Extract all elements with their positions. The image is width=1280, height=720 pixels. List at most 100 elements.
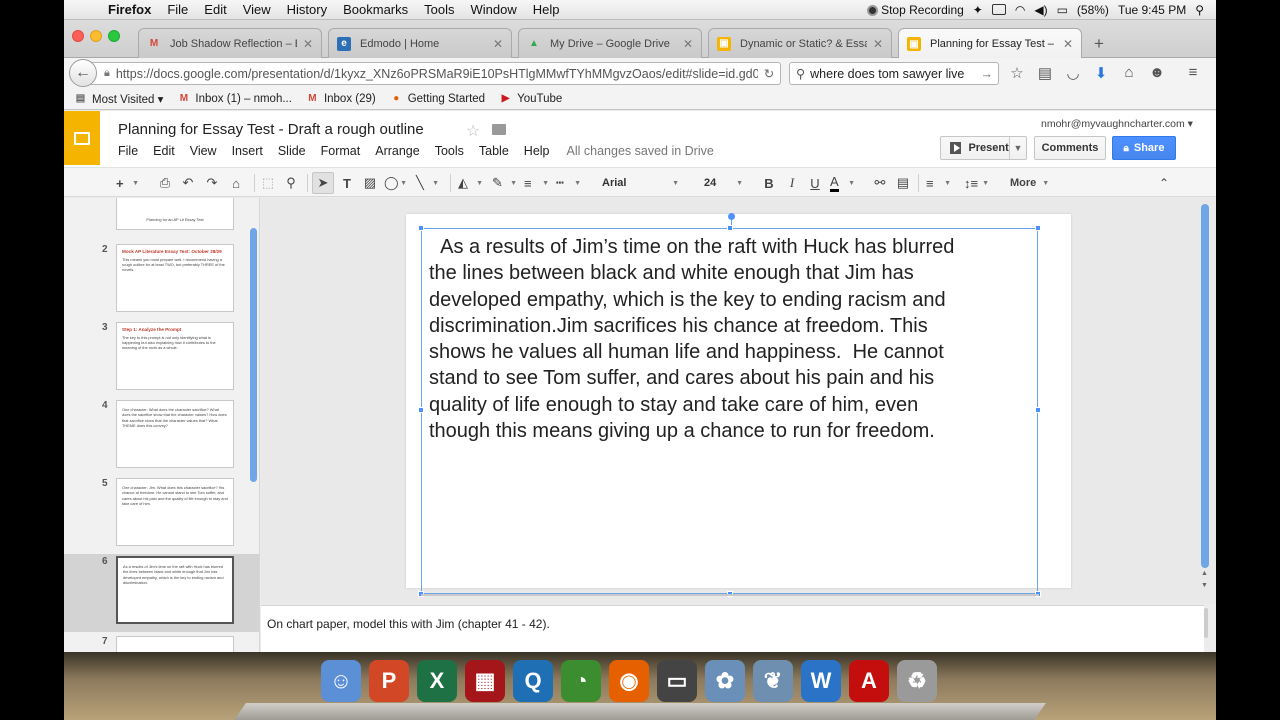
hamburger-menu-icon[interactable]: ≡	[1184, 64, 1202, 82]
document-title[interactable]: Planning for Essay Test - Draft a rough …	[118, 121, 424, 138]
print-icon[interactable]: ⎙	[156, 172, 174, 194]
reload-icon[interactable]: ↻	[758, 66, 780, 81]
bold-button[interactable]: B	[761, 172, 777, 194]
slide-thumbnail-row[interactable]: 7	[64, 634, 259, 652]
clock[interactable]: Tue 9:45 PM	[1118, 3, 1186, 17]
minimize-window-button[interactable]	[90, 30, 102, 42]
slide-thumbnail[interactable]: Mock AP Literature Essay Test: October 2…	[116, 244, 234, 312]
dock-trash-icon[interactable]: ♻	[897, 660, 937, 702]
close-tab-icon[interactable]: ✕	[873, 37, 883, 51]
font-size-select[interactable]: 24 ▼	[700, 172, 746, 194]
bookmark-getting-started[interactable]: ● Getting Started	[390, 93, 485, 105]
slides-logo-icon[interactable]	[64, 111, 100, 165]
tab-planning-essay[interactable]: ▣ Planning for Essay Test – ... ✕	[898, 28, 1082, 59]
doc-menu-table[interactable]: Table	[479, 144, 509, 158]
star-icon[interactable]: ☆	[466, 121, 480, 141]
chat-icon[interactable]: ☻	[1148, 64, 1166, 82]
dock-time-machine-icon[interactable]: ◔	[561, 660, 601, 702]
text-color-button[interactable]: A ▼	[830, 172, 858, 194]
resize-handle[interactable]	[727, 225, 733, 231]
resize-handle[interactable]	[1035, 407, 1041, 413]
text-box-icon[interactable]: T	[337, 172, 357, 194]
notes-resize-handle[interactable]	[421, 594, 1039, 596]
bookmark-youtube[interactable]: ▶ YouTube	[499, 93, 563, 105]
resize-handle[interactable]	[1035, 225, 1041, 231]
speaker-notes[interactable]: On chart paper, model this with Jim (cha…	[261, 605, 1204, 652]
dock-acrobat-icon[interactable]: A	[849, 660, 889, 702]
slide-thumbnail[interactable]: Step 1: Analyze the Prompt The key to th…	[116, 322, 234, 390]
stop-recording-item[interactable]: Stop Recording	[867, 3, 964, 17]
dropbox-icon[interactable]: ✦	[973, 3, 983, 17]
zoom-window-button[interactable]	[108, 30, 120, 42]
doc-menu-format[interactable]: Format	[321, 144, 361, 158]
doc-menu-edit[interactable]: Edit	[153, 144, 175, 158]
slide[interactable]: As a results of Jim’s time on the raft w…	[406, 213, 1071, 597]
dock-iphoto-icon[interactable]: ✿	[705, 660, 745, 702]
dock-powerpoint-icon[interactable]: P	[369, 660, 409, 702]
menu-window[interactable]: Window	[463, 2, 525, 17]
dock-finder-icon[interactable]: ☺	[321, 660, 361, 702]
dock-preview-icon[interactable]: ❦	[753, 660, 793, 702]
slide-thumbnail-row[interactable]: 5 One character: Jim. What does this cha…	[64, 476, 259, 554]
tab-job-shadow[interactable]: M Job Shadow Reflection – E... ✕	[138, 28, 322, 58]
slide-thumbnail[interactable]	[116, 636, 234, 652]
doc-menu-tools[interactable]: Tools	[435, 144, 464, 158]
doc-menu-view[interactable]: View	[190, 144, 217, 158]
search-bar[interactable]: ⚲ where does tom sawyer live →	[789, 62, 999, 85]
new-tab-button[interactable]: +	[1094, 34, 1104, 54]
border-color-icon[interactable]: ✎ ▼	[492, 172, 520, 194]
scroll-down-icon[interactable]: ▼	[1201, 582, 1208, 589]
underline-button[interactable]: U	[807, 172, 823, 194]
new-slide-button[interactable]: + ▼	[116, 172, 142, 194]
select-tool-icon[interactable]: ➤	[312, 172, 334, 194]
line-spacing-icon[interactable]: ↕≡ ▼	[964, 172, 992, 194]
present-button[interactable]: Present ▼	[940, 136, 1027, 160]
bookmark-inbox-29[interactable]: M Inbox (29)	[306, 93, 375, 105]
slide-body-text[interactable]: As a results of Jim’s time on the raft w…	[429, 234, 1029, 444]
close-tab-icon[interactable]: ✕	[1063, 37, 1073, 51]
filmstrip-scrollbar[interactable]	[250, 228, 257, 482]
menu-view[interactable]: View	[235, 2, 279, 17]
slide-thumbnail-row[interactable]: 2 Mock AP Literature Essay Test: October…	[64, 242, 259, 320]
dock-printer-icon[interactable]: ▭	[657, 660, 697, 702]
bookmark-most-visited[interactable]: ▤ Most Visited ▾	[74, 92, 164, 106]
paint-format-icon[interactable]: ⌂	[227, 172, 245, 194]
undo-icon[interactable]: ↶	[179, 172, 197, 194]
volume-icon[interactable]: ◀)	[1034, 3, 1047, 17]
doc-menu-file[interactable]: File	[118, 144, 138, 158]
align-icon[interactable]: ≡ ▼	[926, 172, 954, 194]
doc-menu-help[interactable]: Help	[524, 144, 550, 158]
tab-edmodo[interactable]: e Edmodo | Home ✕	[328, 28, 512, 58]
dock-word-icon[interactable]: W	[801, 660, 841, 702]
comment-icon[interactable]: ▤	[894, 172, 912, 194]
slide-thumbnail-row[interactable]: 4 One character: What does the character…	[64, 398, 259, 476]
border-dash-icon[interactable]: ┅ ▼	[556, 172, 584, 194]
zoom-icon[interactable]: ⚲	[282, 172, 300, 194]
slide-thumbnail-active[interactable]: As a results of Jim's time on the raft w…	[116, 556, 234, 624]
menu-edit[interactable]: Edit	[196, 2, 234, 17]
line-icon[interactable]: ╲ ▼	[416, 172, 442, 194]
present-dropdown-icon[interactable]: ▼	[1008, 137, 1026, 159]
zoom-fit-icon[interactable]: ⬚	[259, 172, 277, 194]
close-tab-icon[interactable]: ✕	[303, 37, 313, 51]
back-button[interactable]: ←	[69, 59, 97, 87]
comments-button[interactable]: Comments	[1034, 136, 1106, 160]
wifi-icon[interactable]: ◠	[1015, 3, 1025, 17]
doc-menu-insert[interactable]: Insert	[232, 144, 263, 158]
menu-app-name[interactable]: Firefox	[100, 2, 159, 17]
collapse-toolbar-icon[interactable]: ⌃	[1156, 172, 1172, 194]
downloads-icon[interactable]: ⬇	[1092, 64, 1110, 82]
notes-scrollbar[interactable]	[1204, 608, 1208, 638]
doc-menu-slide[interactable]: Slide	[278, 144, 306, 158]
canvas-scrollbar[interactable]	[1201, 204, 1209, 568]
slide-thumbnail[interactable]: One character: What does the character s…	[116, 400, 234, 468]
italic-button[interactable]: I	[784, 172, 800, 194]
menu-tools[interactable]: Tools	[416, 2, 462, 17]
redo-icon[interactable]: ↷	[203, 172, 221, 194]
slide-thumbnail[interactable]: Planning for an AP Lit Essay Test	[116, 198, 234, 230]
fill-color-icon[interactable]: ◭ ▼	[458, 172, 486, 194]
slide-thumbnail[interactable]: One character: Jim. What does this chara…	[116, 478, 234, 546]
slide-thumbnail-row-active[interactable]: 6 As a results of Jim's time on the raft…	[64, 554, 259, 632]
close-tab-icon[interactable]: ✕	[493, 37, 503, 51]
slide-thumbnail-row[interactable]: 3 Step 1: Analyze the Prompt The key to …	[64, 320, 259, 398]
